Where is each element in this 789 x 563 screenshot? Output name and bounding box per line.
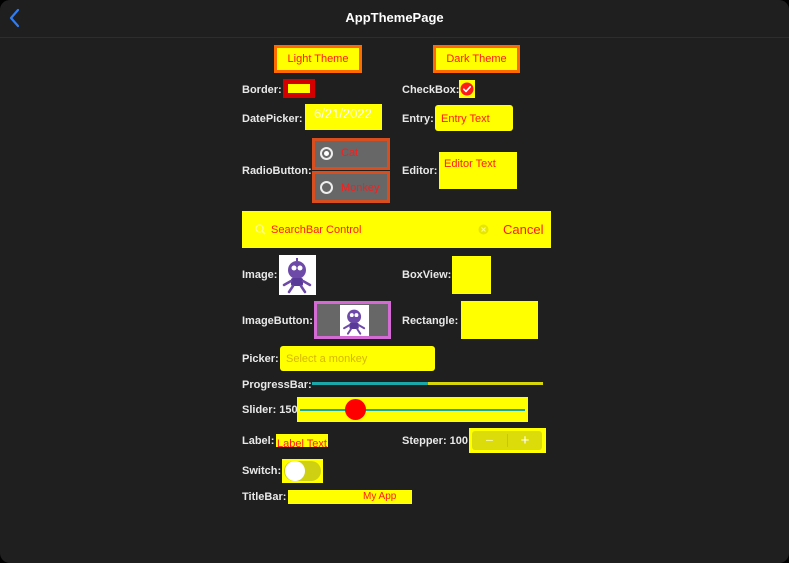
- search-cancel-button[interactable]: Cancel: [503, 222, 543, 237]
- stepper-label: Stepper: 100: [402, 435, 469, 447]
- slider-thumb[interactable]: [344, 399, 366, 420]
- border-content: [288, 84, 310, 93]
- entry-value: Entry Text: [441, 113, 490, 125]
- rectangle-label: Rectangle:: [402, 315, 459, 327]
- titlebar-control: My App: [288, 490, 412, 504]
- checkmark-icon: [460, 82, 474, 96]
- light-theme-button[interactable]: Light Theme: [274, 45, 362, 73]
- radio-option-cat[interactable]: Cat: [312, 138, 390, 170]
- checkbox-control[interactable]: [459, 80, 475, 98]
- radio-option-label: Monkey: [341, 182, 380, 194]
- titlebar-label: TitleBar:: [242, 491, 287, 503]
- searchbar: SearchBar Control Cancel: [242, 211, 551, 248]
- navigation-bar: AppThemePage: [0, 0, 789, 38]
- radio-option-monkey[interactable]: Monkey: [312, 171, 390, 203]
- label-control: Label Text: [276, 434, 328, 450]
- switch-label: Switch:: [242, 465, 282, 477]
- boxview-control: [452, 256, 491, 294]
- stepper-body: − +: [472, 431, 542, 450]
- image-button[interactable]: [314, 301, 391, 339]
- rectangle-control: [461, 301, 538, 339]
- radio-option-label: Cat: [341, 147, 359, 159]
- radiobutton-label: RadioButton:: [242, 165, 312, 177]
- border-control: [283, 79, 315, 98]
- radio-selected-icon: [320, 147, 333, 160]
- imagebutton-label: ImageButton:: [242, 315, 313, 327]
- editor-field[interactable]: Editor Text: [439, 152, 517, 189]
- boxview-label: BoxView:: [402, 269, 452, 281]
- datepicker-label: DatePicker:: [242, 113, 303, 125]
- editor-label: Editor:: [402, 165, 438, 177]
- search-input[interactable]: SearchBar Control: [271, 224, 362, 236]
- image-button-content: [340, 305, 369, 336]
- checkbox-label: CheckBox:: [402, 84, 460, 96]
- stepper-minus-button[interactable]: −: [472, 431, 507, 450]
- slider-track: [300, 409, 525, 411]
- border-label: Border:: [242, 84, 282, 96]
- label-text: Label Text: [277, 438, 327, 450]
- entry-label: Entry:: [402, 113, 434, 125]
- image-label: Image:: [242, 269, 278, 281]
- radio-unselected-icon: [320, 181, 333, 194]
- search-icon: [255, 224, 266, 235]
- page-title: AppThemePage: [345, 10, 444, 25]
- editor-value: Editor Text: [444, 158, 496, 170]
- picker-placeholder: Select a monkey: [286, 353, 368, 365]
- progressbar-fill: [312, 382, 428, 385]
- bot-image-icon: [343, 309, 366, 335]
- bot-image-icon: [282, 258, 312, 294]
- titlebar-text: My App: [363, 491, 397, 502]
- slider-label: Slider: 150: [242, 404, 298, 416]
- picker-label: Picker:: [242, 353, 279, 365]
- progressbar-label: ProgressBar:: [242, 379, 312, 391]
- entry-field[interactable]: Entry Text: [435, 105, 513, 131]
- switch-control[interactable]: [282, 459, 323, 483]
- switch-knob: [285, 461, 305, 481]
- image-control: [279, 255, 316, 295]
- clear-search-icon[interactable]: [478, 224, 489, 235]
- dark-theme-button[interactable]: Dark Theme: [433, 45, 520, 73]
- datepicker-control[interactable]: 6/21/2022: [305, 104, 382, 130]
- app-window: AppThemePage Light Theme Dark Theme Bord…: [0, 0, 789, 563]
- picker-control[interactable]: Select a monkey: [280, 346, 435, 371]
- label-label: Label:: [242, 435, 275, 447]
- slider-control[interactable]: [297, 397, 528, 422]
- stepper-plus-button[interactable]: +: [508, 431, 542, 450]
- switch-track: [284, 461, 321, 481]
- stepper-control: − +: [469, 428, 546, 453]
- datepicker-value: 6/21/2022: [314, 106, 372, 121]
- progressbar-track: [312, 382, 543, 385]
